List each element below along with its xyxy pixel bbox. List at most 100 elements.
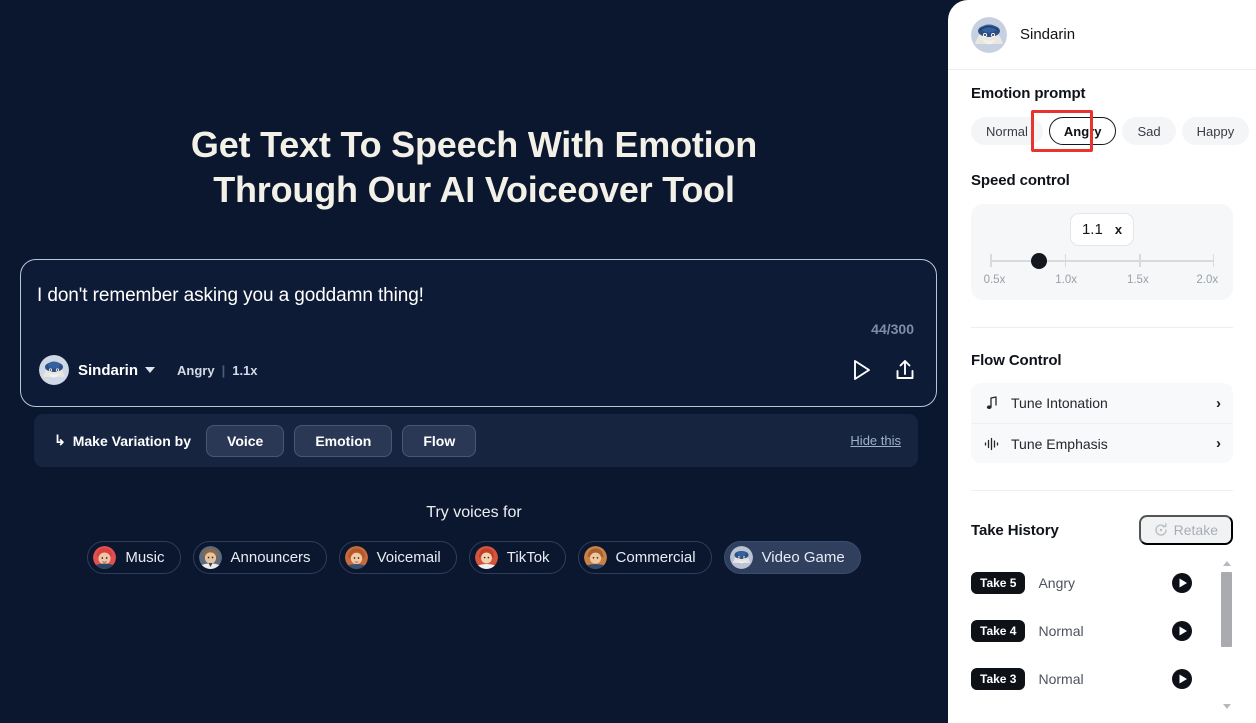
flow-item-tune-intonation[interactable]: Tune Intonation › (971, 383, 1233, 423)
voice-chip-label: Commercial (615, 549, 696, 566)
voice-category-chips: Music Announcers Voicemail TikTok Commer… (0, 541, 948, 574)
slider-tick (1064, 254, 1067, 267)
play-icon[interactable] (1171, 572, 1193, 594)
prompt-actions (848, 357, 918, 383)
make-variation-bar: ↳ Make Variation by Voice Emotion Flow H… (34, 414, 918, 467)
headline-line-2: Through Our AI Voiceover Tool (213, 169, 735, 210)
page-title: Get Text To Speech With Emotion Through … (0, 122, 948, 212)
chevron-right-icon: › (1216, 435, 1221, 452)
variation-emotion-button[interactable]: Emotion (294, 424, 393, 457)
prompt-card-footer: Sindarin Angry | 1.1x (39, 355, 918, 397)
scrollbar-thumb[interactable] (1221, 572, 1232, 647)
hide-this-link[interactable]: Hide this (850, 433, 901, 448)
scroll-down-arrow-icon[interactable] (1223, 704, 1231, 709)
wizard-avatar-icon (971, 16, 1007, 53)
app-root: Get Text To Speech With Emotion Through … (0, 0, 1256, 723)
voice-chip-music[interactable]: Music (87, 541, 181, 574)
prompt-text-input[interactable]: I don't remember asking you a goddamn th… (37, 285, 424, 307)
variation-buttons: Voice Emotion Flow (206, 424, 477, 457)
speed-value-number: 1.1 (1081, 221, 1103, 238)
voicemail-avatar-icon (344, 546, 368, 569)
music-avatar-icon (93, 546, 117, 569)
speed-control-section: Speed control 1.1 x 0.5x 1.0x 1.5x 2.0x (948, 172, 1256, 300)
voice-chip-label: Video Game (761, 549, 845, 566)
variation-label-text: Make Variation by (72, 432, 192, 449)
variation-flow-button[interactable]: Flow (402, 424, 477, 457)
speed-section-title: Speed control (971, 172, 1070, 189)
retake-button-label: Retake (1173, 522, 1218, 538)
take-history-list: Take 5 Angry Take 4 Normal Take 3 Normal (971, 559, 1233, 709)
flow-item-label: Tune Intonation (1011, 395, 1108, 411)
play-icon[interactable] (1171, 620, 1193, 642)
play-icon[interactable] (1171, 668, 1193, 690)
chevron-right-icon: › (1216, 394, 1221, 412)
retake-button[interactable]: Retake (1138, 515, 1233, 545)
voice-chip-label: Music (125, 549, 165, 566)
slider-tick-label: 0.5x (983, 274, 1006, 286)
take-badge: Take 4 (971, 620, 1026, 642)
panel-user-header[interactable]: Sindarin (948, 0, 1256, 70)
slider-tick (1139, 254, 1141, 267)
main-content: Get Text To Speech With Emotion Through … (0, 0, 948, 723)
emotion-option-angry[interactable]: Angry (1048, 117, 1117, 145)
take-emotion-label: Angry (1038, 575, 1076, 591)
refresh-icon (1154, 523, 1168, 537)
take-history-title: Take History (971, 521, 1059, 539)
take-history-scrollbar[interactable] (1221, 561, 1233, 709)
music-note-icon (983, 396, 1001, 410)
variation-voice-button[interactable]: Voice (206, 424, 285, 457)
voice-chip-commercial[interactable]: Commercial (577, 541, 712, 574)
voice-chip-voicemail[interactable]: Voicemail (338, 541, 457, 574)
emotion-option-happy[interactable]: Happy (1181, 117, 1250, 145)
take-row[interactable]: Take 5 Angry (971, 559, 1233, 607)
slider-tick (1212, 254, 1214, 267)
slider-tick-label: 1.0x (1055, 274, 1078, 286)
take-row[interactable]: Take 3 Normal (971, 655, 1233, 703)
prompt-meta: Angry | 1.1x (177, 363, 258, 378)
prompt-emotion-label: Angry (177, 362, 215, 378)
announcers-avatar-icon (198, 546, 222, 569)
commercial-avatar-icon (583, 546, 607, 569)
slider-thumb[interactable] (1031, 253, 1048, 269)
section-divider (971, 327, 1233, 328)
variation-label: ↳ Make Variation by (54, 432, 191, 449)
slider-tick (990, 254, 992, 267)
flow-item-tune-emphasis[interactable]: Tune Emphasis › (971, 423, 1233, 463)
flow-control-section: Flow Control Tune Intonation › Tune Emph… (948, 352, 1256, 463)
speed-slider[interactable] (990, 253, 1214, 269)
share-icon[interactable] (892, 357, 918, 383)
flow-section-title: Flow Control (971, 352, 1062, 369)
voice-chip-label: TikTok (506, 549, 550, 566)
slider-tick-labels: 0.5x 1.0x 1.5x 2.0x (984, 274, 1219, 288)
take-history-section: Take History Retake Take 5 Angry Take 4 … (948, 515, 1256, 709)
wizard-avatar-icon (39, 355, 69, 385)
video-game-avatar-icon (729, 546, 753, 569)
tiktok-avatar-icon (474, 546, 498, 569)
play-icon[interactable] (848, 357, 874, 383)
waveform-icon (983, 437, 1001, 451)
chevron-down-icon[interactable] (145, 367, 156, 373)
speed-value-unit: x (1114, 222, 1123, 237)
prompt-card: I don't remember asking you a goddamn th… (20, 259, 937, 407)
speed-value-display[interactable]: 1.1 x (1069, 213, 1135, 246)
prompt-speed-label: 1.1x (232, 362, 258, 378)
panel-user-name: Sindarin (1020, 26, 1076, 43)
scroll-up-arrow-icon[interactable] (1223, 561, 1231, 566)
flow-control-list: Tune Intonation › Tune Emphasis › (971, 383, 1233, 463)
take-emotion-label: Normal (1038, 623, 1084, 639)
slider-track (990, 260, 1214, 262)
flow-item-label: Tune Emphasis (1011, 435, 1108, 452)
emotion-option-sad[interactable]: Sad (1122, 117, 1176, 145)
settings-panel: Sindarin Emotion prompt Normal Angry Sad… (948, 0, 1256, 723)
take-row[interactable]: Take 4 Normal (971, 607, 1233, 655)
section-divider (971, 490, 1233, 491)
voice-selector[interactable]: Sindarin Angry | 1.1x (39, 355, 918, 385)
headline-line-1: Get Text To Speech With Emotion (190, 124, 758, 165)
take-history-header: Take History Retake (971, 515, 1233, 545)
voice-chip-announcers[interactable]: Announcers (192, 541, 327, 574)
corner-arrow-icon: ↳ (54, 432, 66, 448)
voice-chip-tiktok[interactable]: TikTok (468, 541, 566, 574)
emotion-options: Normal Angry Sad Happy (971, 110, 1250, 152)
voice-chip-video-game[interactable]: Video Game (723, 541, 861, 574)
emotion-option-normal[interactable]: Normal (971, 117, 1043, 145)
